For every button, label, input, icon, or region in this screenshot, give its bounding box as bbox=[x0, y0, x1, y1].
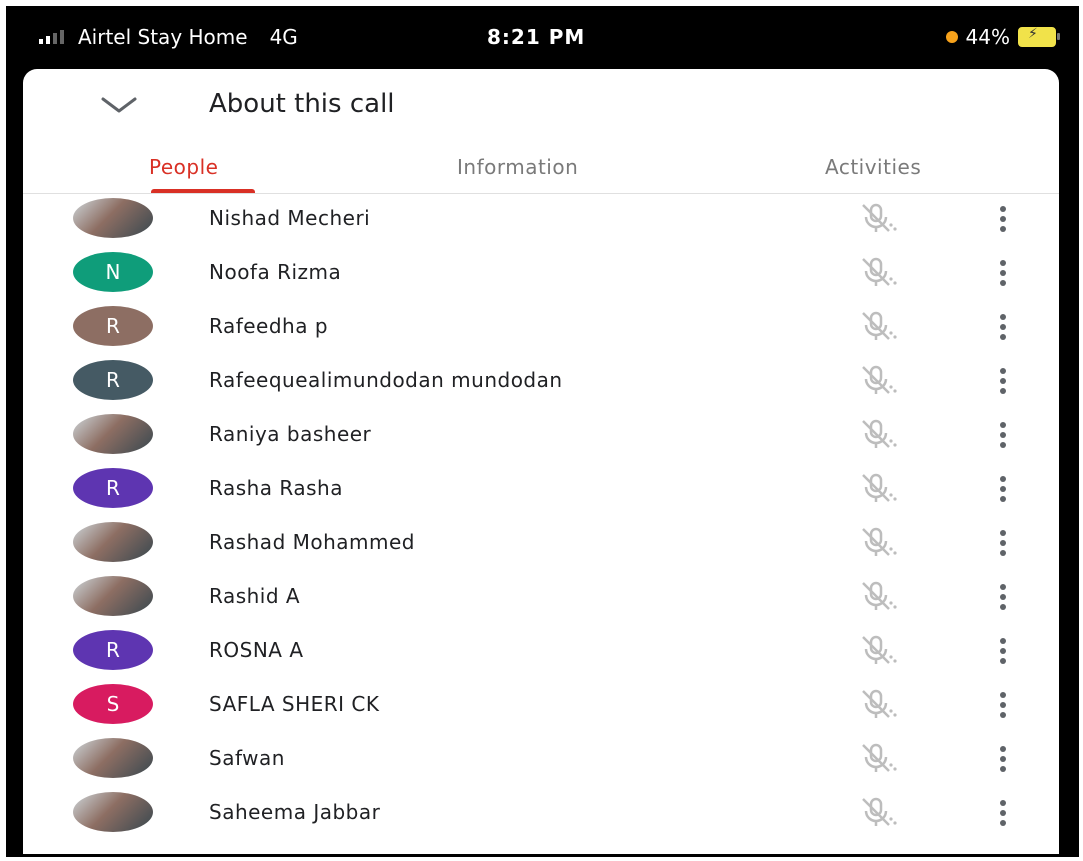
more-options-icon[interactable] bbox=[993, 743, 1013, 775]
signal-icon bbox=[39, 30, 64, 44]
participant-name: Raniya basheer bbox=[209, 422, 372, 446]
chevron-down-icon[interactable] bbox=[99, 93, 139, 119]
mic-off-icon[interactable] bbox=[855, 633, 899, 669]
avatar-initial: N bbox=[73, 252, 153, 292]
tab-information[interactable]: Information bbox=[457, 155, 578, 179]
participant-name: Safwan bbox=[209, 746, 285, 770]
network-type: 4G bbox=[269, 25, 298, 49]
more-options-icon[interactable] bbox=[993, 419, 1013, 451]
more-options-icon[interactable] bbox=[993, 689, 1013, 721]
participant-row[interactable]: Safwan bbox=[23, 733, 1059, 787]
participant-name: Saheema Jabbar bbox=[209, 800, 381, 824]
mic-off-icon[interactable] bbox=[855, 471, 899, 507]
mic-off-icon[interactable] bbox=[855, 687, 899, 723]
mic-off-icon[interactable] bbox=[855, 201, 899, 237]
mic-off-icon[interactable] bbox=[855, 363, 899, 399]
participant-row[interactable]: S SAFLA SHERI CK bbox=[23, 679, 1059, 733]
participant-name: Rasha Rasha bbox=[209, 476, 343, 500]
avatar-initial: R bbox=[73, 468, 153, 508]
mic-off-icon[interactable] bbox=[855, 417, 899, 453]
participant-name: Rashid A bbox=[209, 584, 301, 608]
avatar-initial: S bbox=[73, 684, 153, 724]
mic-off-icon[interactable] bbox=[855, 579, 899, 615]
mic-off-icon[interactable] bbox=[855, 741, 899, 777]
more-options-icon[interactable] bbox=[993, 365, 1013, 397]
participant-row[interactable]: R ROSNA A bbox=[23, 625, 1059, 679]
recording-dot-icon bbox=[945, 31, 958, 43]
participant-row[interactable]: Saheema Jabbar bbox=[23, 787, 1059, 841]
mic-off-icon[interactable] bbox=[855, 309, 899, 345]
tab-people[interactable]: People bbox=[149, 155, 218, 179]
avatar-photo bbox=[73, 738, 153, 778]
sheet-header: About this call bbox=[23, 69, 1059, 149]
avatar-initial: R bbox=[73, 306, 153, 346]
more-options-icon[interactable] bbox=[993, 581, 1013, 613]
avatar-photo bbox=[73, 576, 153, 616]
battery-percent: 44% bbox=[965, 25, 1010, 49]
participant-name: Rashad Mohammed bbox=[209, 530, 416, 554]
carrier-name: Airtel Stay Home bbox=[78, 25, 248, 49]
participant-row[interactable]: R Rasha Rasha bbox=[23, 463, 1059, 517]
more-options-icon[interactable] bbox=[993, 257, 1013, 289]
more-options-icon[interactable] bbox=[993, 473, 1013, 505]
avatar-initial: R bbox=[73, 360, 153, 400]
page-title: About this call bbox=[209, 89, 395, 119]
participant-row[interactable]: Rashad Mohammed bbox=[23, 517, 1059, 571]
about-call-sheet: About this call People Information Activ… bbox=[23, 69, 1059, 854]
avatar-photo bbox=[73, 414, 153, 454]
participant-name: Rafeedha p bbox=[209, 314, 329, 338]
participant-name: Nishad Mecheri bbox=[209, 206, 371, 230]
participant-row[interactable]: N Noofa Rizma bbox=[23, 247, 1059, 301]
avatar-photo bbox=[73, 792, 153, 832]
avatar-photo bbox=[73, 198, 153, 238]
participant-name: ROSNA A bbox=[209, 638, 304, 662]
participant-row[interactable]: Nishad Mecheri bbox=[23, 193, 1059, 247]
participant-row[interactable]: Rashid A bbox=[23, 571, 1059, 625]
participant-name: Noofa Rizma bbox=[209, 260, 342, 284]
status-left: Airtel Stay Home 4G bbox=[39, 25, 298, 49]
more-options-icon[interactable] bbox=[993, 203, 1013, 235]
more-options-icon[interactable] bbox=[993, 527, 1013, 559]
tab-bar: People Information Activities bbox=[23, 149, 1059, 194]
avatar-photo bbox=[73, 522, 153, 562]
participant-row[interactable]: R Rafeequealimundodan mundodan bbox=[23, 355, 1059, 409]
status-bar: Airtel Stay Home 4G 8:21 PM 44% ⚡ bbox=[9, 9, 1076, 71]
mic-off-icon[interactable] bbox=[855, 255, 899, 291]
more-options-icon[interactable] bbox=[993, 635, 1013, 667]
mic-off-icon[interactable] bbox=[855, 525, 899, 561]
participant-name: SAFLA SHERI CK bbox=[209, 692, 380, 716]
participant-name: Rafeequealimundodan mundodan bbox=[209, 368, 563, 392]
more-options-icon[interactable] bbox=[993, 311, 1013, 343]
avatar-initial: R bbox=[73, 630, 153, 670]
more-options-icon[interactable] bbox=[993, 797, 1013, 829]
mic-off-icon[interactable] bbox=[855, 795, 899, 831]
status-right: 44% ⚡ bbox=[945, 25, 1060, 49]
battery-charging-icon: ⚡ bbox=[1018, 26, 1060, 47]
participant-row[interactable]: R Rafeedha p bbox=[23, 301, 1059, 355]
screenshot-frame: Airtel Stay Home 4G 8:21 PM 44% ⚡ About … bbox=[6, 6, 1079, 857]
participant-row[interactable]: Raniya basheer bbox=[23, 409, 1059, 463]
tab-activities[interactable]: Activities bbox=[825, 155, 921, 179]
status-time: 8:21 PM bbox=[487, 25, 586, 49]
